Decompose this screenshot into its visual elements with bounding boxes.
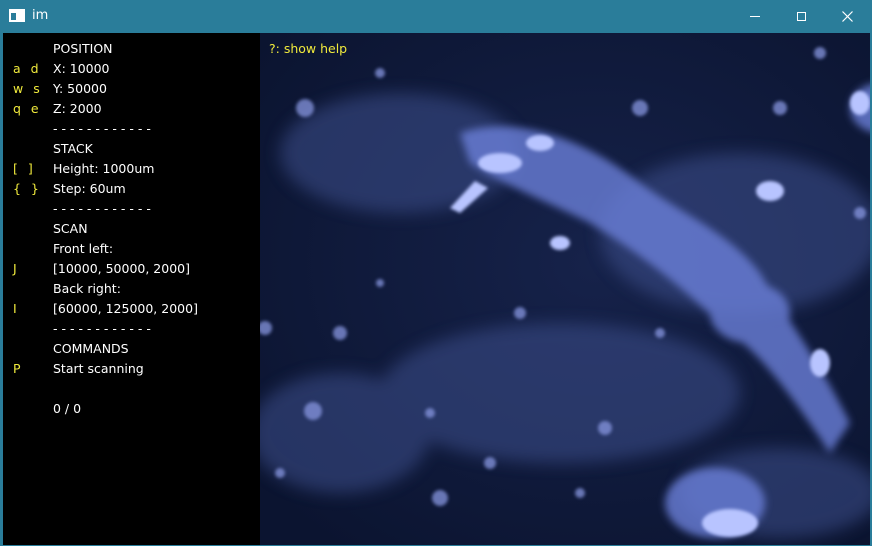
- position-header: POSITION: [53, 41, 113, 56]
- client-area: POSITION a d X: 10000 w s Y: 50000 q e Z…: [3, 33, 870, 545]
- close-button[interactable]: [824, 1, 870, 32]
- title-bar[interactable]: im: [1, 1, 871, 32]
- microscope-image: [260, 33, 870, 545]
- y-keys: w s: [13, 81, 43, 96]
- start-label: Start scanning: [53, 361, 144, 376]
- control-panel: POSITION a d X: 10000 w s Y: 50000 q e Z…: [3, 33, 260, 545]
- step-keys: { }: [13, 181, 42, 196]
- back-right-key: I: [13, 301, 20, 316]
- stack-header: STACK: [53, 141, 93, 156]
- height-value: Height: 1000um: [53, 161, 155, 176]
- x-row: a d X: 10000: [3, 59, 260, 79]
- microscope-view[interactable]: ?: show help: [260, 33, 870, 545]
- minimize-icon: [750, 16, 760, 17]
- back-right-label-row: Back right:: [3, 279, 260, 299]
- close-icon: [841, 11, 853, 22]
- z-row: q e Z: 2000: [3, 99, 260, 119]
- step-value: Step: 60um: [53, 181, 126, 196]
- window-title: im: [32, 8, 49, 23]
- divider-row: - - - - - - - - - - - -: [3, 199, 260, 219]
- commands-header: COMMANDS: [53, 341, 129, 356]
- back-right-label: Back right:: [53, 281, 121, 296]
- divider: - - - - - - - - - - - -: [53, 321, 151, 336]
- front-left-row: J [10000, 50000, 2000]: [3, 259, 260, 279]
- commands-section: COMMANDS: [3, 339, 260, 359]
- maximize-icon: [796, 12, 806, 21]
- maximize-button[interactable]: [778, 1, 824, 32]
- scan-header: SCAN: [53, 221, 88, 236]
- z-keys: q e: [13, 101, 42, 116]
- progress-counter: 0 / 0: [53, 401, 82, 416]
- divider: - - - - - - - - - - - -: [53, 201, 151, 216]
- minimize-button[interactable]: [732, 1, 778, 32]
- start-key: P: [13, 361, 24, 376]
- stack-section: STACK: [3, 139, 260, 159]
- help-hint: ?: show help: [269, 41, 348, 56]
- front-left-label: Front left:: [53, 241, 114, 256]
- height-keys: [ ]: [13, 161, 36, 176]
- back-right-value: [60000, 125000, 2000]: [53, 301, 198, 316]
- y-row: w s Y: 50000: [3, 79, 260, 99]
- z-value: Z: 2000: [53, 101, 102, 116]
- app-window-icon: [9, 9, 25, 22]
- position-section: POSITION: [3, 39, 260, 59]
- y-value: Y: 50000: [53, 81, 107, 96]
- back-right-row: I [60000, 125000, 2000]: [3, 299, 260, 319]
- progress-row: 0 / 0: [3, 399, 260, 419]
- step-row: { } Step: 60um: [3, 179, 260, 199]
- divider: - - - - - - - - - - - -: [53, 121, 151, 136]
- front-left-value: [10000, 50000, 2000]: [53, 261, 190, 276]
- front-left-label-row: Front left:: [3, 239, 260, 259]
- start-row: P Start scanning: [3, 359, 260, 379]
- divider-row: - - - - - - - - - - - -: [3, 119, 260, 139]
- divider-row: - - - - - - - - - - - -: [3, 319, 260, 339]
- x-value: X: 10000: [53, 61, 110, 76]
- app-window: im POSITION a d X: 10000 w s Y: 50000 q …: [0, 0, 872, 546]
- front-left-key: J: [13, 261, 20, 276]
- scan-section: SCAN: [3, 219, 260, 239]
- x-keys: a d: [13, 61, 42, 76]
- height-row: [ ] Height: 1000um: [3, 159, 260, 179]
